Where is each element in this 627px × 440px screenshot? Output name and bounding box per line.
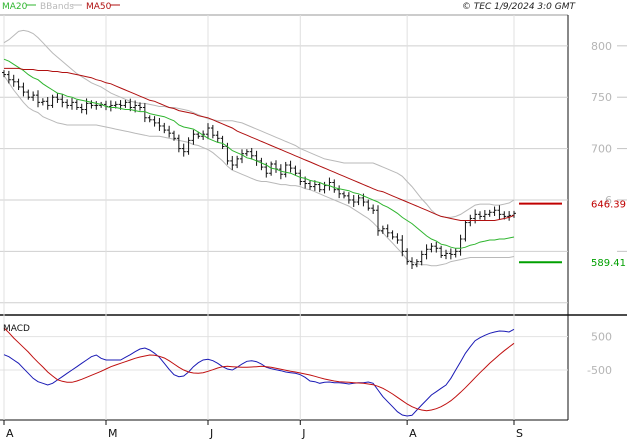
price-tick-label: 800	[591, 40, 612, 53]
x-tick-label: J	[209, 427, 213, 440]
legend-label-ma20: MA20	[2, 2, 28, 12]
x-tick-label: S	[516, 427, 523, 440]
legend: MA20 BBands MA50	[2, 2, 120, 12]
x-tick-label: A	[409, 427, 417, 440]
source-watermark: © TEC 1/9/2024 3:0 GMT	[462, 2, 577, 12]
macd-tick-label: 500	[591, 331, 612, 344]
x-tick-label: A	[6, 427, 14, 440]
macd-panel-title: MACD	[3, 324, 30, 334]
price-tick-label: 700	[591, 143, 612, 156]
legend-label-bbands: BBands	[40, 2, 74, 12]
price-level-label: 589.41	[591, 258, 626, 269]
price-tick-label: 750	[591, 91, 612, 104]
macd-tick-label: -500	[587, 364, 612, 377]
price-level-label: 646.39	[591, 200, 626, 211]
x-tick-label: J	[301, 427, 305, 440]
stock-chart: MA20 BBands MA50 © TEC 1/9/2024 3:0 GMT …	[0, 0, 627, 440]
x-tick-label: M	[108, 427, 118, 440]
legend-label-ma50: MA50	[86, 2, 112, 12]
